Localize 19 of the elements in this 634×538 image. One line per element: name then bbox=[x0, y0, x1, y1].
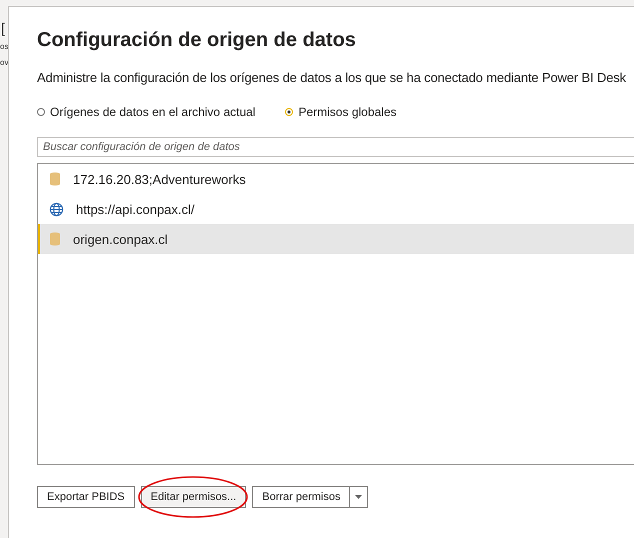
action-button[interactable]: Editar permisos... bbox=[140, 486, 246, 508]
search-field[interactable]: Buscar configuración de origen de datos bbox=[37, 137, 634, 157]
dropdown-button[interactable] bbox=[350, 486, 368, 508]
delete-permissions-button[interactable]: Borrar permisos bbox=[252, 486, 350, 508]
database-icon bbox=[49, 171, 61, 187]
dialog-title: Configuración de origen de datos bbox=[37, 29, 357, 52]
action-button[interactable]: Exportar PBIDS bbox=[37, 486, 135, 508]
source-item[interactable]: origen.conpax.cl bbox=[38, 224, 634, 254]
database-icon bbox=[49, 231, 61, 247]
radio-icon[interactable] bbox=[37, 108, 45, 116]
source-item[interactable]: https://api.conpax.cl/ bbox=[38, 194, 634, 224]
dialog-description: Administre la configuración de los orígenes de datos a los que se ha conectado mediante Power BI Desk bbox=[37, 70, 627, 85]
source-item[interactable]: 172.16.20.83;Adventureworks bbox=[38, 164, 634, 194]
globe-icon bbox=[49, 202, 64, 216]
background-text: os bbox=[0, 42, 8, 51]
background-text: ov bbox=[0, 58, 8, 67]
background-text: [ bbox=[1, 20, 5, 36]
caret-icon bbox=[355, 495, 362, 499]
radio-icon[interactable] bbox=[285, 108, 294, 116]
